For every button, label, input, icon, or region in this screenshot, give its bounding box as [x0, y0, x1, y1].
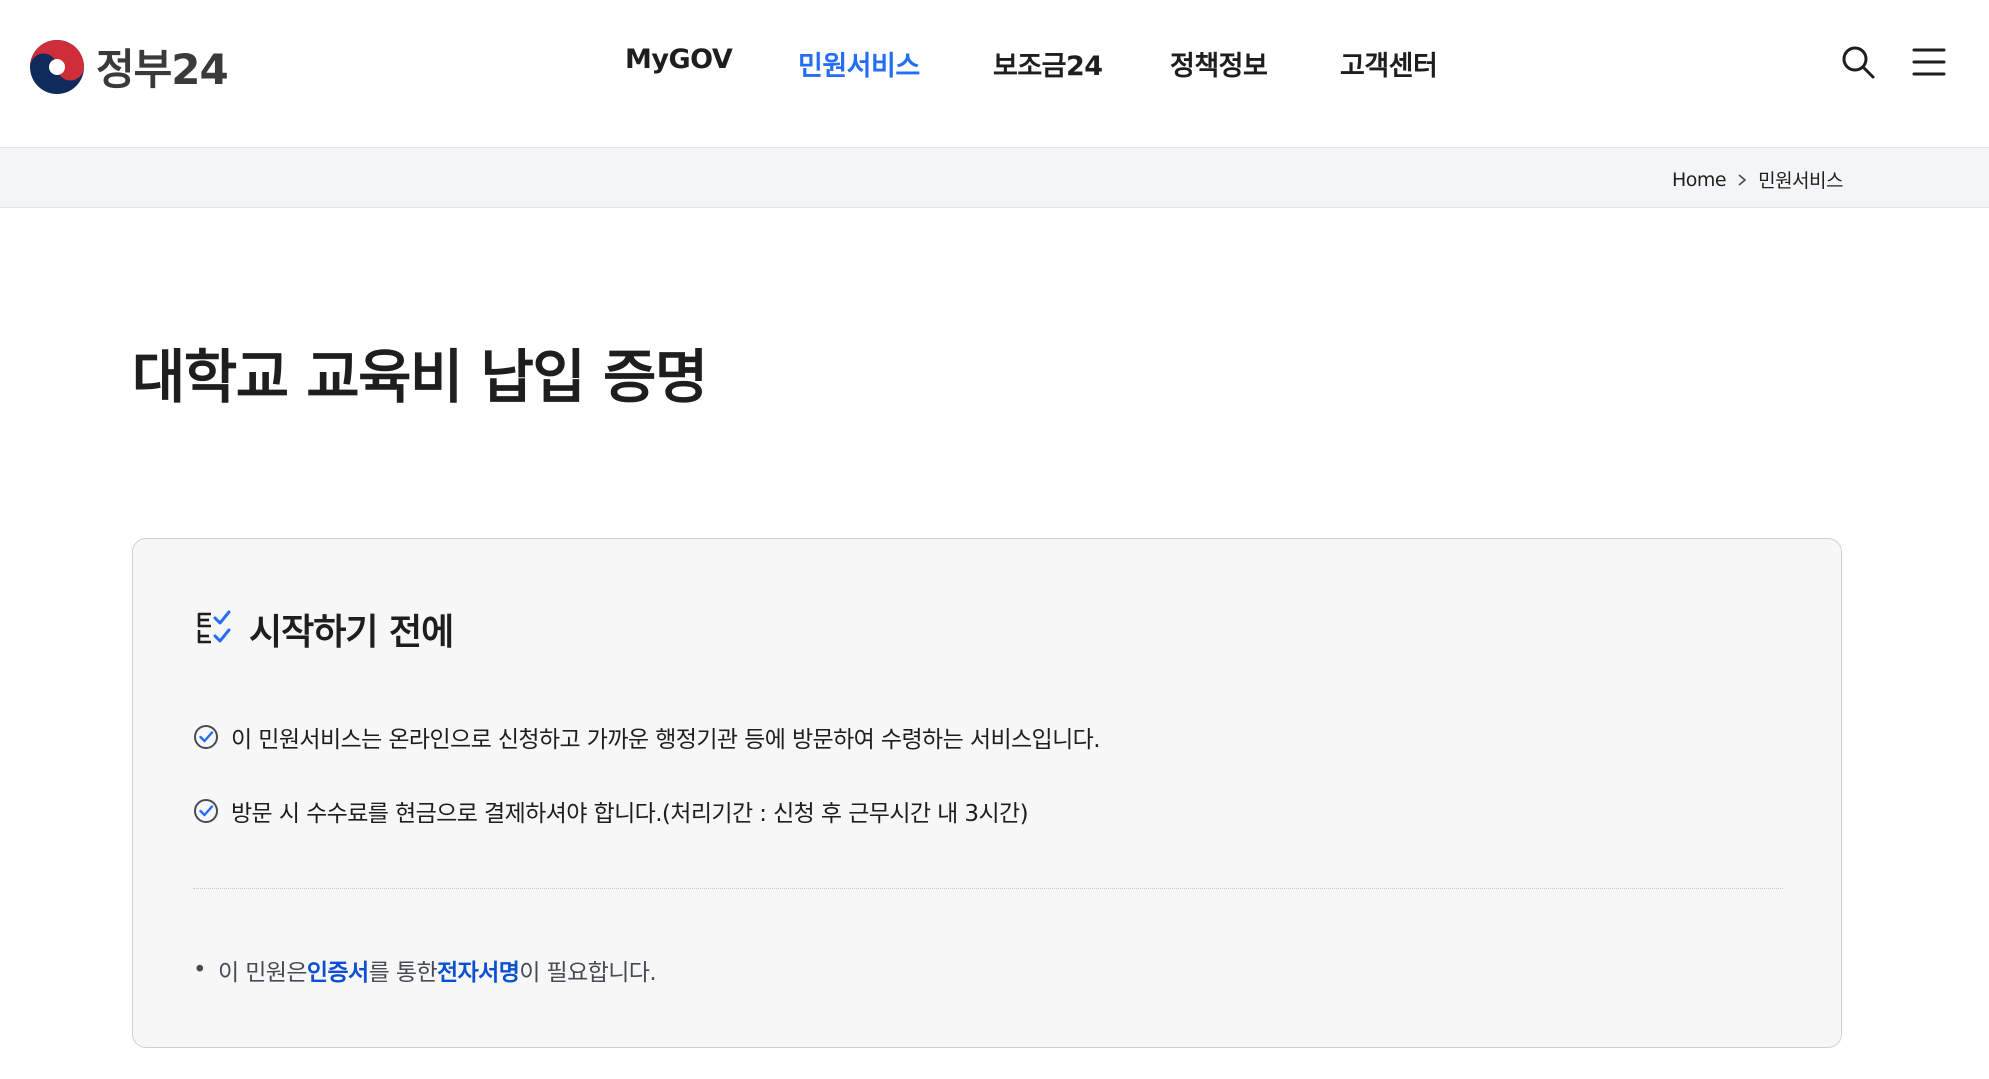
chevron-right-icon	[1738, 173, 1747, 186]
note-emphasis-e-signature: 전자서명	[437, 960, 520, 986]
note-bullet: •	[193, 957, 207, 983]
nav-item-civil-services[interactable]: 민원서비스	[798, 44, 920, 83]
check-item: 이 민원서비스는 온라인으로 신청하고 가까운 행정기관 등에 방문하여 수령하…	[193, 720, 1101, 754]
search-button[interactable]	[1840, 44, 1876, 80]
breadcrumb-home[interactable]: Home	[1672, 169, 1727, 191]
dotted-divider	[193, 888, 1783, 889]
breadcrumb: Home 민원서비스	[1672, 166, 1844, 193]
note-emphasis-certificate: 인증서	[306, 960, 369, 986]
box-heading: 시작하기 전에	[193, 603, 454, 655]
menu-button[interactable]	[1912, 44, 1946, 80]
check-text: 방문 시 수수료를 현금으로 결제하셔야 합니다.(처리기간 : 신청 후 근무…	[231, 801, 1029, 827]
certificate-note: • 이 민원은 인증서 를 통한 전자서명 이 필요합니다.	[193, 953, 657, 987]
box-title: 시작하기 전에	[249, 612, 454, 653]
check-circle-icon	[194, 799, 218, 823]
breadcrumb-current[interactable]: 민원서비스	[1758, 166, 1843, 193]
check-text: 이 민원서비스는 온라인으로 신청하고 가까운 행정기관 등에 방문하여 수령하…	[231, 727, 1101, 753]
note-text-1: 이 민원은	[217, 960, 308, 986]
header: 정부24 MyGOV 민원서비스 보조금24 정책정보 고객센터	[0, 0, 1989, 147]
check-circle-icon	[194, 725, 218, 749]
before-start-box: 시작하기 전에 이 민원서비스는 온라인으로 신청하고 가까운 행정기관 등에 …	[132, 538, 1842, 1048]
main-navigation: MyGOV 민원서비스 보조금24 정책정보 고객센터	[0, 44, 1989, 84]
note-text-2: 를 통한	[368, 960, 438, 986]
breadcrumb-bar: Home 민원서비스	[0, 147, 1989, 208]
menu-icon	[1912, 48, 1946, 76]
note-text-3: 이 필요합니다.	[519, 960, 657, 986]
nav-item-mygov[interactable]: MyGOV	[625, 44, 733, 75]
nav-item-policy-info[interactable]: 정책정보	[1170, 44, 1268, 83]
search-icon	[1842, 46, 1875, 79]
checklist-icon	[197, 610, 231, 644]
page-title: 대학교 교육비 납입 증명	[132, 343, 708, 411]
nav-item-subsidy24[interactable]: 보조금24	[993, 44, 1103, 83]
check-item: 방문 시 수수료를 현금으로 결제하셔야 합니다.(처리기간 : 신청 후 근무…	[193, 794, 1029, 828]
nav-item-customer-center[interactable]: 고객센터	[1340, 44, 1438, 83]
